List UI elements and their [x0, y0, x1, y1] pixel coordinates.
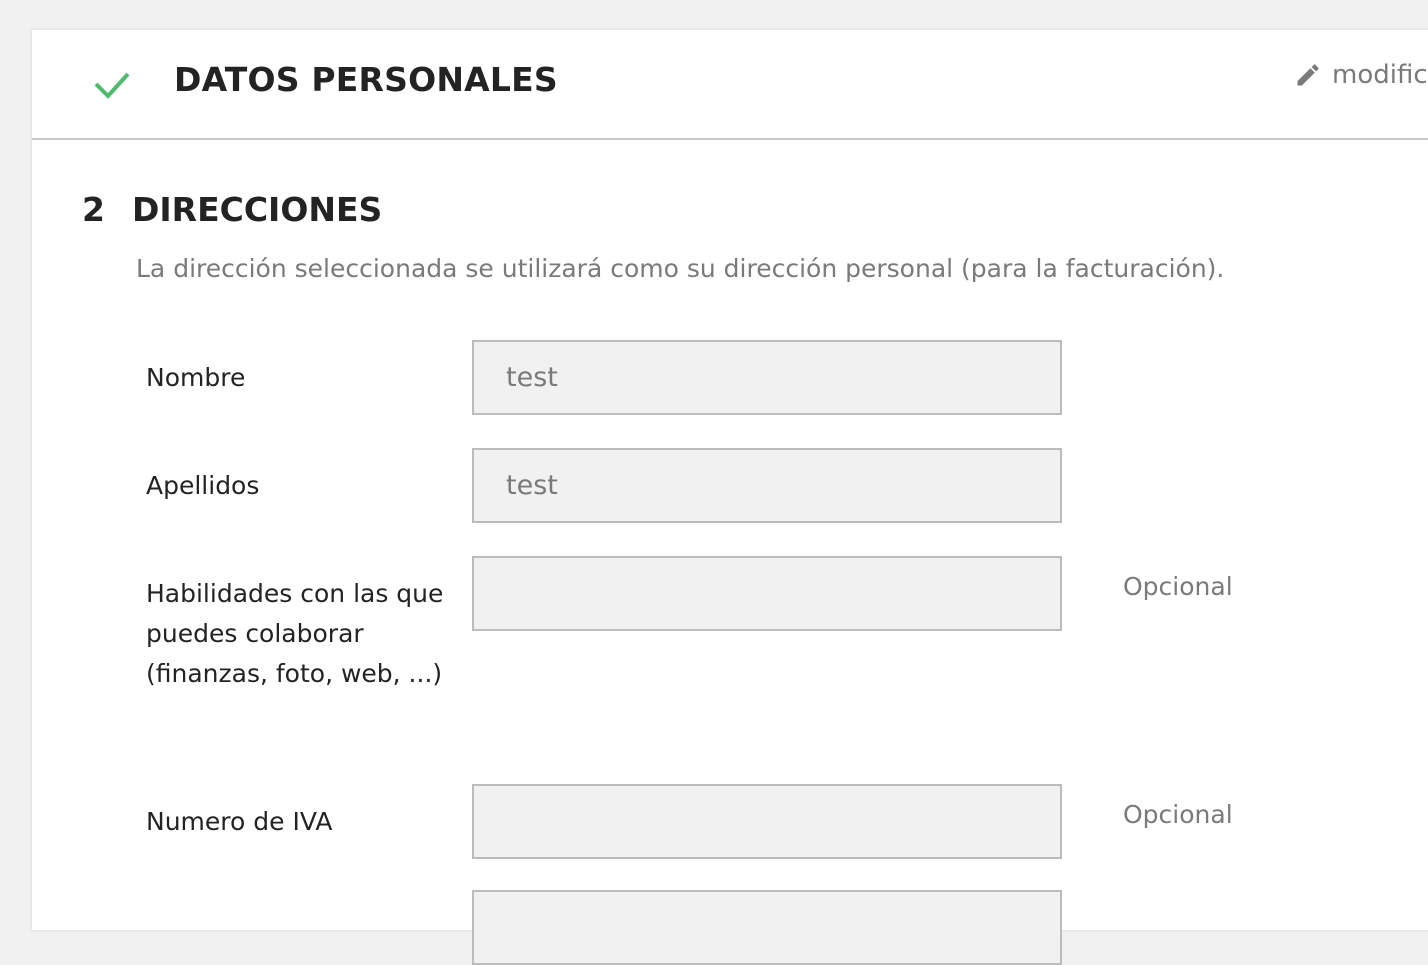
- last-name-input[interactable]: [472, 448, 1062, 523]
- step-addresses-description: La dirección seleccionada se utilizará c…: [136, 254, 1225, 283]
- vat-optional-note: Opcional: [1123, 800, 1233, 829]
- check-icon: [94, 72, 130, 99]
- step-addresses-title: 2 DIRECCIONES: [82, 190, 382, 229]
- skills-label: Habilidades con las que puedes colaborar…: [146, 579, 444, 688]
- skills-optional-note: Opcional: [1123, 572, 1233, 601]
- skills-input[interactable]: [472, 556, 1062, 631]
- pencil-icon: [1297, 64, 1319, 86]
- vat-input[interactable]: [472, 784, 1062, 859]
- step-addresses-label: DIRECCIONES: [132, 190, 383, 229]
- last-name-label: Apellidos: [146, 471, 260, 500]
- step-personal-data-title: DATOS PERSONALES: [174, 60, 558, 99]
- checkout-card: DATOS PERSONALES modific 2 DIRECCIONES La…: [32, 30, 1428, 965]
- first-name-input[interactable]: [472, 340, 1062, 415]
- vat-label: Numero de IVA: [146, 807, 333, 836]
- step-personal-data[interactable]: DATOS PERSONALES modific: [32, 30, 1428, 140]
- edit-personal-data-link[interactable]: modific: [1294, 60, 1428, 90]
- edit-label: modific: [1332, 60, 1428, 90]
- step-number: 2: [82, 190, 105, 229]
- next-field-input[interactable]: [472, 890, 1062, 965]
- first-name-label: Nombre: [146, 363, 246, 392]
